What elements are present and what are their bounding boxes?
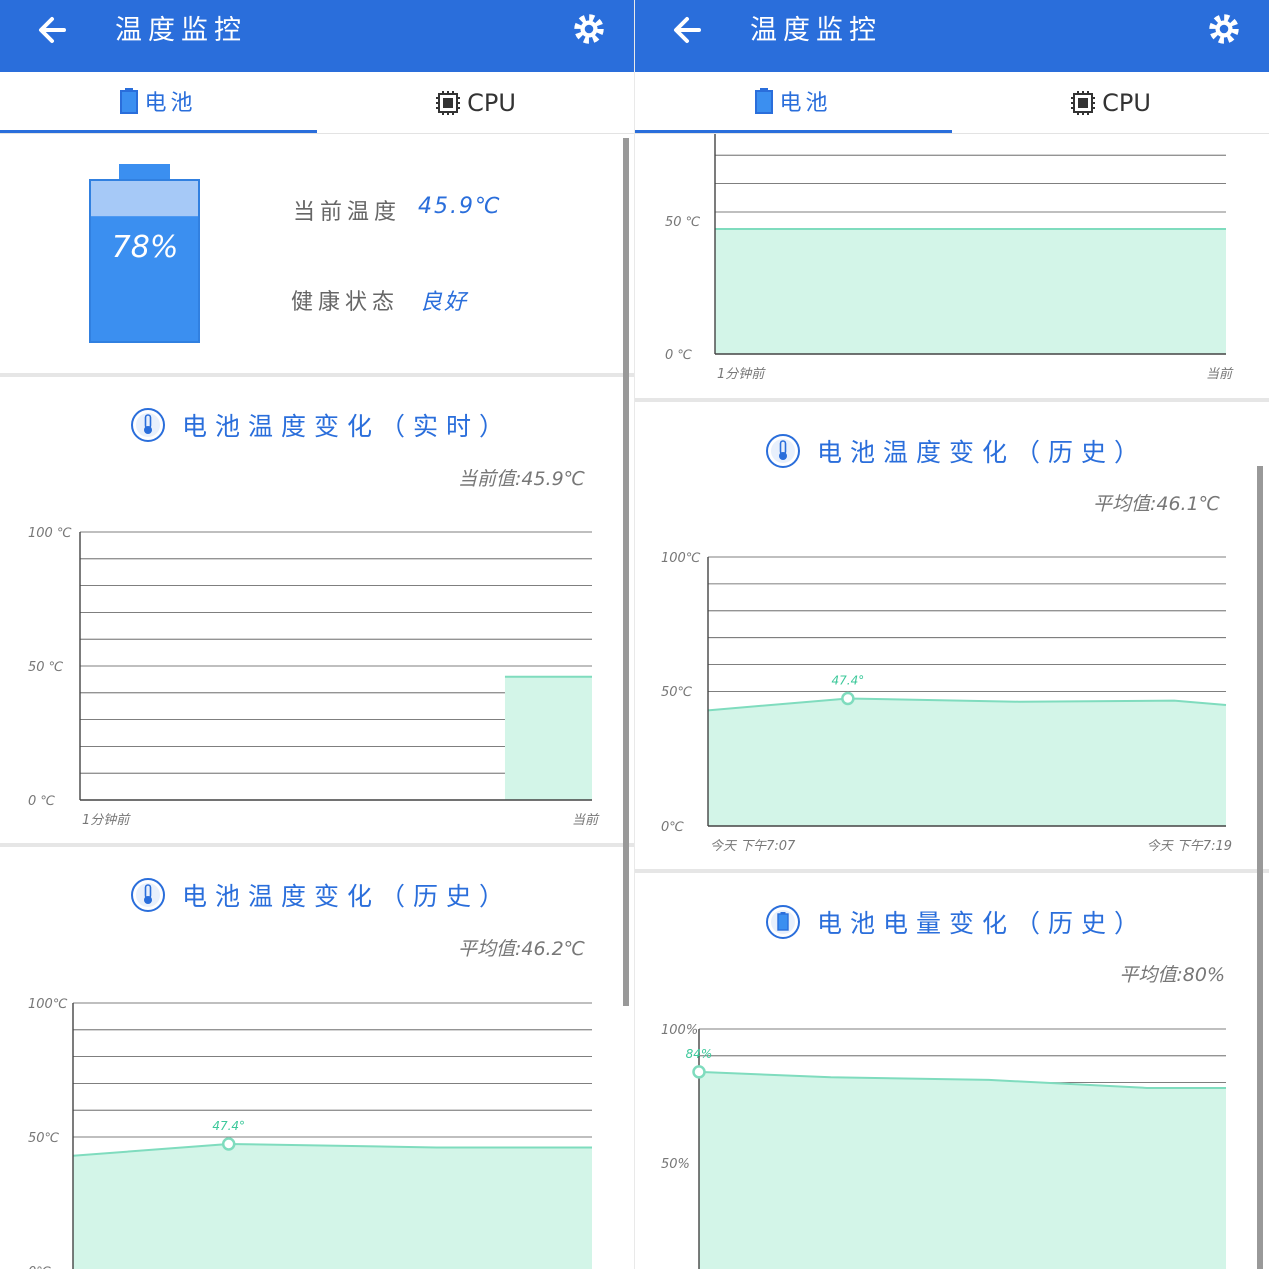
cpu-icon bbox=[436, 90, 461, 115]
y-tick-label: 100 ℃ bbox=[28, 526, 72, 541]
divider bbox=[0, 373, 634, 377]
x-tick-label: 当前 bbox=[572, 813, 600, 828]
realtime-current-value: 当前值:45.9℃ bbox=[457, 468, 585, 490]
left-screen: 温度监控 电池 CPU 78% 当前温度 45.9℃ 健康状态 良好 电池温度变… bbox=[0, 0, 634, 1269]
cpu-icon bbox=[1071, 90, 1096, 115]
y-tick-label: 100% bbox=[661, 1023, 698, 1038]
tab-cpu-label: CPU bbox=[467, 88, 516, 117]
history-temp-average: 平均值:46.1℃ bbox=[1092, 493, 1220, 515]
history-temp-chart: 100℃ 50℃ 0℃ 47.4° bbox=[28, 997, 592, 1269]
page-title: 温度监控 bbox=[750, 15, 882, 46]
peak-point bbox=[692, 1065, 706, 1079]
y-tick-label: 50 ℃ bbox=[665, 215, 701, 230]
divider bbox=[635, 398, 1269, 402]
history-level-title-text: 电池电量变化（历史） bbox=[817, 909, 1148, 938]
battery-icon bbox=[120, 88, 139, 114]
gear-icon[interactable] bbox=[570, 10, 608, 48]
realtime-chart-title-text: 电池温度变化（实时） bbox=[182, 412, 513, 441]
battery-percent: 78% bbox=[111, 230, 179, 265]
y-tick-label: 50% bbox=[661, 1157, 690, 1172]
y-tick-label: 100℃ bbox=[661, 551, 701, 566]
history-temp-title: 电池温度变化（历史） bbox=[765, 433, 1147, 469]
history-level-title: 电池电量变化（历史） bbox=[765, 904, 1147, 940]
series-area bbox=[715, 229, 1226, 354]
y-tick-label: 0 ℃ bbox=[28, 794, 55, 809]
tab-bar: 电池 CPU bbox=[635, 72, 1269, 134]
scrollbar[interactable] bbox=[623, 138, 629, 1006]
history-battery-level-chart: 100% 50% 84% bbox=[661, 1023, 1226, 1269]
scrollbar[interactable] bbox=[1257, 466, 1263, 1269]
back-arrow-icon[interactable] bbox=[669, 10, 709, 50]
gear-icon[interactable] bbox=[1205, 10, 1243, 48]
tab-battery[interactable]: 电池 bbox=[635, 72, 952, 133]
thermometer-icon bbox=[131, 878, 165, 912]
y-tick-label: 50 ℃ bbox=[28, 660, 64, 675]
history-temp-title-text: 电池温度变化（历史） bbox=[817, 438, 1148, 467]
history-chart-title: 电池温度变化（历史） bbox=[130, 877, 512, 913]
realtime-chart-title: 电池温度变化（实时） bbox=[130, 407, 512, 443]
tab-cpu[interactable]: CPU bbox=[317, 72, 634, 133]
y-tick-label: 0℃ bbox=[28, 1265, 51, 1269]
tab-battery[interactable]: 电池 bbox=[0, 72, 317, 133]
divider bbox=[0, 843, 634, 847]
thermometer-icon bbox=[131, 408, 165, 442]
battery-icon bbox=[755, 88, 774, 114]
divider bbox=[635, 869, 1269, 873]
tab-battery-label: 电池 bbox=[144, 91, 197, 116]
x-tick-label: 1分钟前 bbox=[717, 367, 766, 382]
tab-cpu[interactable]: CPU bbox=[952, 72, 1269, 133]
health-value: 良好 bbox=[420, 290, 469, 315]
tab-cpu-label: CPU bbox=[1102, 88, 1151, 117]
tab-battery-label: 电池 bbox=[779, 91, 832, 116]
history-chart-title-text: 电池温度变化（历史） bbox=[182, 882, 513, 911]
x-tick-label: 今天 下午7:19 bbox=[1147, 838, 1232, 854]
history-temp-chart: 100℃ 50℃ 0℃ 今天 下午7:07 今天 下午7:19 47.4° bbox=[661, 551, 1232, 854]
series-area bbox=[73, 1143, 592, 1269]
peak-label: 84% bbox=[686, 1047, 713, 1061]
history-average-value: 平均值:46.2℃ bbox=[457, 938, 585, 960]
history-level-average: 平均值:80% bbox=[1119, 964, 1225, 986]
current-temp-value: 45.9℃ bbox=[418, 194, 502, 219]
app-bar: 温度监控 bbox=[635, 0, 1269, 72]
page-title: 温度监控 bbox=[115, 15, 247, 46]
peak-point bbox=[841, 691, 855, 706]
y-tick-label: 50℃ bbox=[28, 1131, 60, 1146]
realtime-temp-chart: 100 ℃ 50 ℃ 0 ℃ 1分钟前 当前 bbox=[28, 526, 600, 828]
battery-circle-icon bbox=[766, 905, 800, 939]
health-label: 健康状态 bbox=[291, 290, 400, 315]
thermometer-icon bbox=[766, 434, 800, 468]
peak-label: 47.4° bbox=[212, 1119, 245, 1133]
y-tick-label: 100℃ bbox=[28, 997, 68, 1012]
peak-label: 47.4° bbox=[832, 673, 865, 687]
series-area bbox=[708, 698, 1226, 826]
series-area bbox=[504, 676, 592, 800]
y-tick-label: 50℃ bbox=[661, 685, 693, 700]
x-tick-label: 当前 bbox=[1206, 367, 1234, 382]
back-arrow-icon[interactable] bbox=[34, 10, 74, 50]
series-area bbox=[699, 1071, 1226, 1269]
peak-point bbox=[221, 1137, 236, 1151]
app-bar: 温度监控 bbox=[0, 0, 634, 72]
x-tick-label: 1分钟前 bbox=[82, 813, 131, 828]
x-tick-label: 今天 下午7:07 bbox=[710, 838, 796, 854]
y-tick-label: 0℃ bbox=[661, 820, 684, 835]
realtime-temp-chart-partial: 50 ℃ 0 ℃ 1分钟前 当前 bbox=[665, 134, 1234, 382]
tab-bar: 电池 CPU bbox=[0, 72, 634, 134]
y-tick-label: 0 ℃ bbox=[665, 348, 692, 363]
current-temp-label: 当前温度 bbox=[293, 200, 402, 225]
right-screen: 温度监控 电池 CPU 50 ℃ 0 ℃ 1分钟前 当前 电池温度变化（历史） … bbox=[635, 0, 1269, 1269]
